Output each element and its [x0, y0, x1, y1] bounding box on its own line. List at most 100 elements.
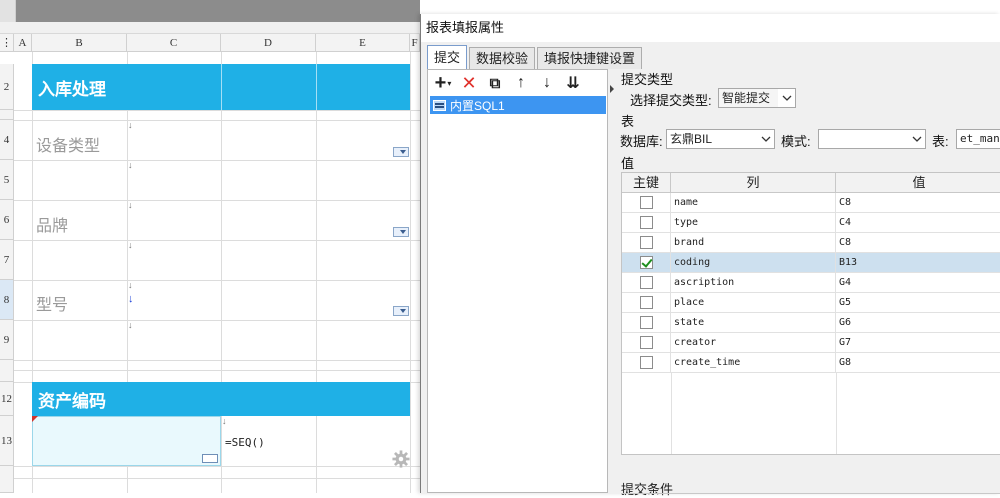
table-row[interactable]: creator G7 — [622, 333, 1000, 353]
cell-widget-box[interactable] — [202, 454, 218, 463]
row-header-9[interactable]: 9 — [0, 320, 14, 360]
column-cell[interactable]: name — [671, 193, 836, 212]
column-cell[interactable]: coding — [671, 253, 836, 272]
column-cell[interactable]: ascription — [671, 273, 836, 292]
value-cell[interactable]: C4 — [836, 213, 1000, 232]
corner-header[interactable]: ⋮ — [0, 34, 14, 52]
grid-line — [316, 52, 317, 493]
primary-key-cell — [622, 213, 671, 232]
table-row[interactable]: place G5 — [622, 293, 1000, 313]
row-header-7[interactable]: 7 — [0, 240, 14, 280]
tab-data-validation[interactable]: 数据校验 — [469, 47, 536, 69]
delete-icon: ✕ — [461, 72, 477, 93]
table-row[interactable]: type C4 — [622, 213, 1000, 233]
col-header-e[interactable]: E — [316, 34, 410, 52]
row-header-14[interactable] — [0, 466, 14, 493]
report-title: 入库处理 — [38, 79, 106, 99]
primary-key-checkbox[interactable] — [639, 256, 653, 269]
asset-code-band[interactable]: 资产编码 — [32, 382, 410, 416]
col-header-a[interactable]: A — [14, 34, 32, 52]
header-value[interactable]: 值 — [836, 173, 1000, 193]
table-row[interactable]: brand C8 — [622, 233, 1000, 253]
spreadsheet-area: ⋮ A B C D E F 2 4 5 6 7 8 9 12 13 入库处理 设… — [0, 0, 420, 493]
primary-key-checkbox[interactable] — [639, 316, 653, 329]
tab-shortcut-settings[interactable]: 填报快捷键设置 — [537, 47, 643, 69]
formula-cell[interactable]: =SEQ() — [225, 436, 265, 449]
move-down-button[interactable]: ↓ — [536, 72, 558, 94]
database-select[interactable]: 玄鼎BIL — [666, 129, 775, 149]
row-header-4[interactable]: 4 — [0, 120, 14, 160]
primary-key-checkbox[interactable] — [639, 216, 653, 229]
column-cell[interactable]: brand — [671, 233, 836, 252]
move-up-button[interactable]: ↑ — [510, 72, 532, 94]
cell-marker-icon: ↓ — [128, 240, 133, 250]
value-cell[interactable]: G7 — [836, 333, 1000, 352]
column-cell[interactable]: place — [671, 293, 836, 312]
submit-condition-label: 提交条件 — [621, 482, 674, 497]
primary-key-checkbox[interactable] — [639, 336, 653, 349]
model-dropdown[interactable] — [393, 306, 409, 316]
col-header-f[interactable]: F — [410, 34, 420, 52]
table-row[interactable]: name C8 — [622, 193, 1000, 213]
value-cell[interactable]: G6 — [836, 313, 1000, 332]
device-type-dropdown[interactable] — [393, 147, 409, 157]
header-column[interactable]: 列 — [671, 173, 836, 193]
row-header-10-11[interactable] — [0, 360, 14, 382]
primary-key-checkbox[interactable] — [639, 276, 653, 289]
copy-button[interactable]: ⧉ — [484, 72, 506, 94]
row-header-6[interactable]: 6 — [0, 200, 14, 240]
row-header-13[interactable]: 13 — [0, 416, 14, 466]
grid-line — [14, 370, 420, 371]
tab-submit[interactable]: 提交 — [427, 45, 468, 69]
submit-list-toolbar: + ▾ ✕ ⧉ ↑ ↓ ⇊ — [428, 70, 609, 96]
col-header-b[interactable]: B — [32, 34, 127, 52]
add-button[interactable]: + ▾ — [432, 72, 454, 94]
value-cell[interactable]: G8 — [836, 353, 1000, 372]
row-header-12[interactable]: 12 — [0, 382, 14, 416]
column-cell[interactable]: create_time — [671, 353, 836, 372]
primary-key-checkbox[interactable] — [639, 296, 653, 309]
database-value: 玄鼎BIL — [670, 132, 713, 146]
column-cell[interactable]: state — [671, 313, 836, 332]
column-cell[interactable]: type — [671, 213, 836, 232]
pane-splitter[interactable] — [609, 69, 617, 493]
value-cell[interactable]: C8 — [836, 193, 1000, 212]
gear-icon[interactable] — [392, 450, 410, 468]
col-header-c[interactable]: C — [127, 34, 221, 52]
mode-select[interactable] — [818, 129, 926, 149]
database-label: 数据库: — [620, 134, 663, 149]
sort-down-icon: ⇊ — [566, 75, 580, 92]
col-header-d[interactable]: D — [221, 34, 316, 52]
column-cell[interactable]: creator — [671, 333, 836, 352]
submit-settings-pane: 提交类型 选择提交类型: 智能提交 表 数据库: 玄鼎BIL 模式: 表: et… — [618, 69, 1000, 497]
delete-button[interactable]: ✕ — [458, 72, 480, 94]
primary-key-checkbox[interactable] — [639, 196, 653, 209]
mode-label: 模式: — [781, 134, 811, 149]
brand-dropdown[interactable] — [393, 227, 409, 237]
value-cell[interactable]: C8 — [836, 233, 1000, 252]
list-item-sql1[interactable]: 内置SQL1 — [430, 96, 606, 114]
table-row[interactable]: create_time G8 — [622, 353, 1000, 373]
row-header-2[interactable]: 2 — [0, 64, 14, 110]
row-header-8[interactable]: 8 — [0, 280, 14, 320]
grid-line — [14, 200, 420, 201]
value-cell[interactable]: G5 — [836, 293, 1000, 312]
table-row[interactable]: coding B13 — [622, 253, 1000, 273]
table-row[interactable]: state G6 — [622, 313, 1000, 333]
copy-icon: ⧉ — [489, 74, 501, 92]
coding-cell-b13[interactable] — [32, 416, 221, 466]
toolbar-handle[interactable] — [0, 0, 16, 22]
submit-type-select[interactable]: 智能提交 — [718, 88, 796, 108]
header-primary-key[interactable]: 主键 — [622, 173, 671, 193]
row-header-3[interactable] — [0, 110, 14, 120]
primary-key-checkbox[interactable] — [639, 236, 653, 249]
table-row[interactable]: ascription G4 — [622, 273, 1000, 293]
cell-marker-icon: ↓ — [128, 120, 133, 130]
sort-button[interactable]: ⇊ — [562, 72, 584, 94]
primary-key-checkbox[interactable] — [639, 356, 653, 369]
row-header-5[interactable]: 5 — [0, 160, 14, 200]
value-cell[interactable]: G4 — [836, 273, 1000, 292]
table-field[interactable]: et_mana — [956, 129, 1000, 149]
value-cell[interactable]: B13 — [836, 253, 1000, 272]
values-table-header: 主键 列 值 — [622, 173, 1000, 193]
